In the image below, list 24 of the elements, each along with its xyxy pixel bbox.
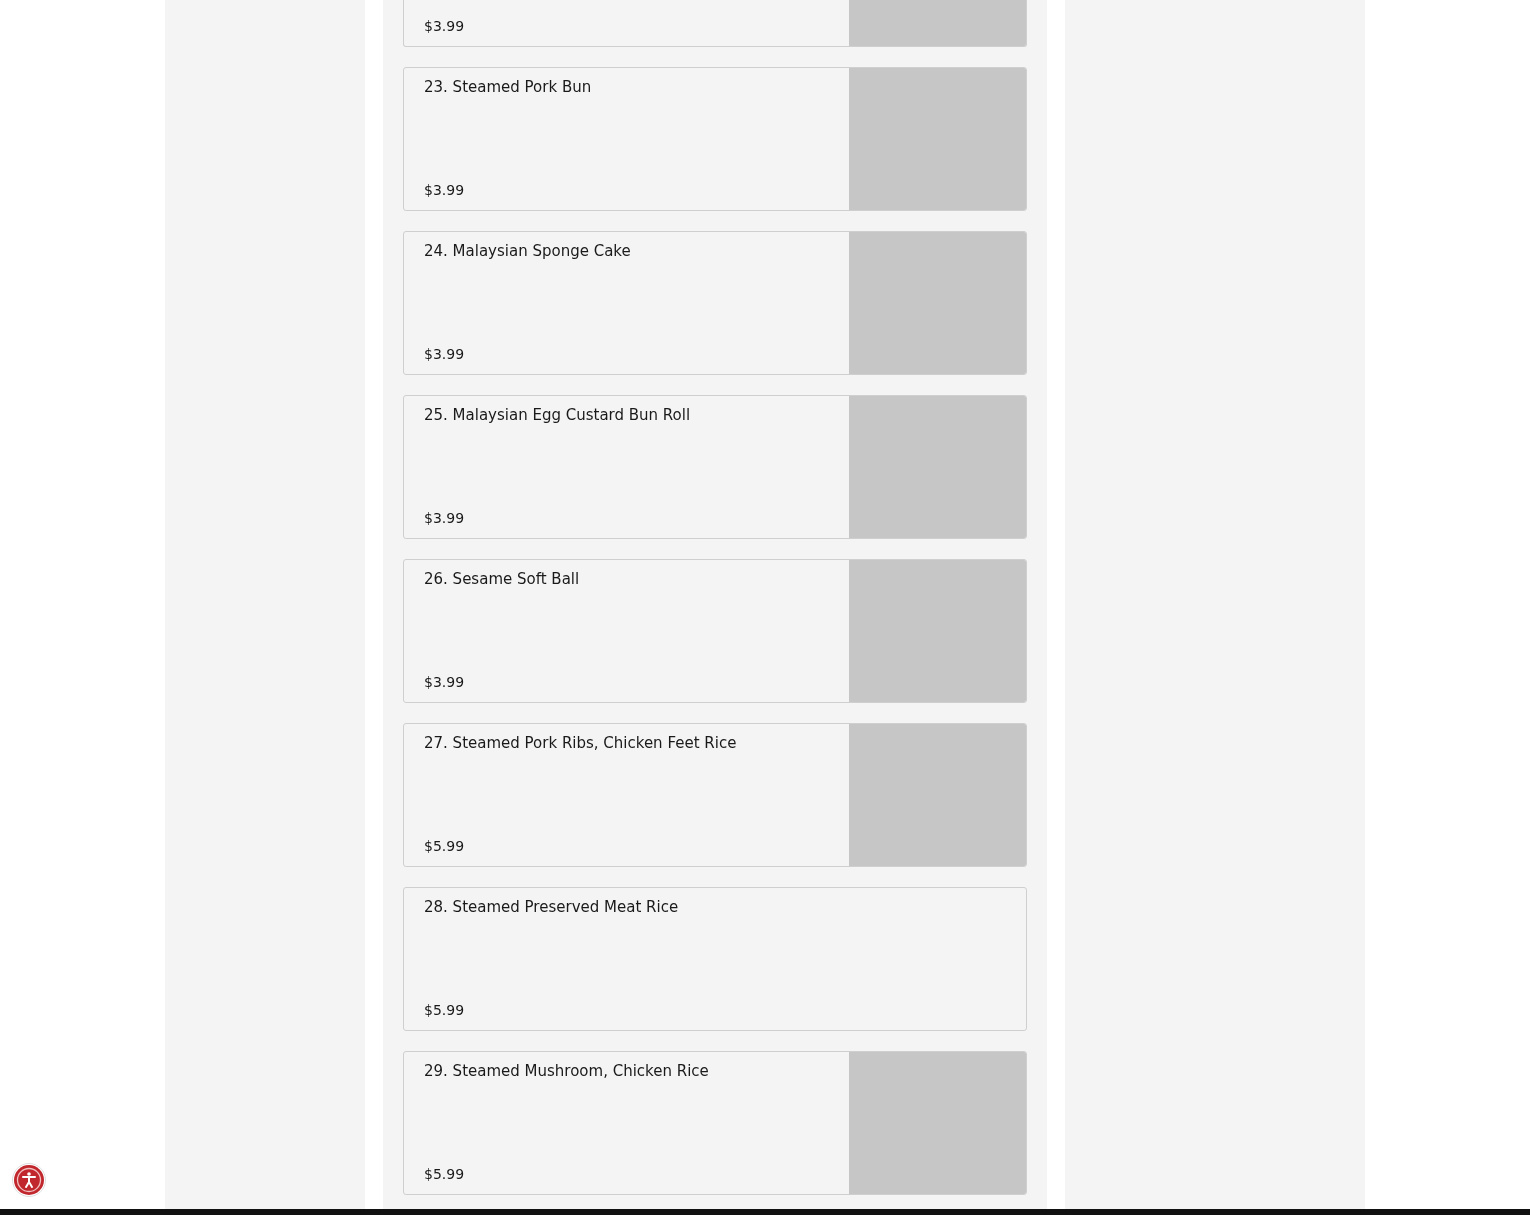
accessibility-icon[interactable] [12,1163,46,1197]
item-name: 25. Malaysian Egg Custard Bun Roll [424,406,692,424]
item-price: $3.99 [424,510,466,526]
item-price: $3.99 [424,346,466,362]
menu-item-card[interactable]: 28. Steamed Preserved Meat Rice $5.99 [403,887,1027,1031]
item-price: $3.99 [424,674,466,690]
item-price: $5.99 [424,1166,466,1182]
item-name: 23. Steamed Pork Bun [424,78,593,96]
menu-item-card[interactable]: 29. Steamed Mushroom, Chicken Rice $5.99 [403,1051,1027,1195]
menu-item-card[interactable]: 25. Malaysian Egg Custard Bun Roll $3.99 [403,395,1027,539]
item-price: $3.99 [424,182,466,198]
item-name: 24. Malaysian Sponge Cake [424,242,632,260]
item-name: 29. Steamed Mushroom, Chicken Rice [424,1062,710,1080]
menu-item-card[interactable]: $3.99 [403,0,1027,47]
menu-item-card[interactable]: 23. Steamed Pork Bun $3.99 [403,67,1027,211]
item-price: $5.99 [424,838,466,854]
menu-item-card[interactable]: 27. Steamed Pork Ribs, Chicken Feet Rice $5.99 [403,723,1027,867]
menu-item-card[interactable]: 26. Sesame Soft Ball $3.99 [403,559,1027,703]
item-name: 28. Steamed Preserved Meat Rice [424,898,680,916]
item-name: 26. Sesame Soft Ball [424,570,581,588]
item-price: $5.99 [424,1002,466,1018]
menu-item-card[interactable]: 24. Malaysian Sponge Cake $3.99 [403,231,1027,375]
item-name: 27. Steamed Pork Ribs, Chicken Feet Rice [424,734,738,752]
item-price: $3.99 [424,18,466,34]
